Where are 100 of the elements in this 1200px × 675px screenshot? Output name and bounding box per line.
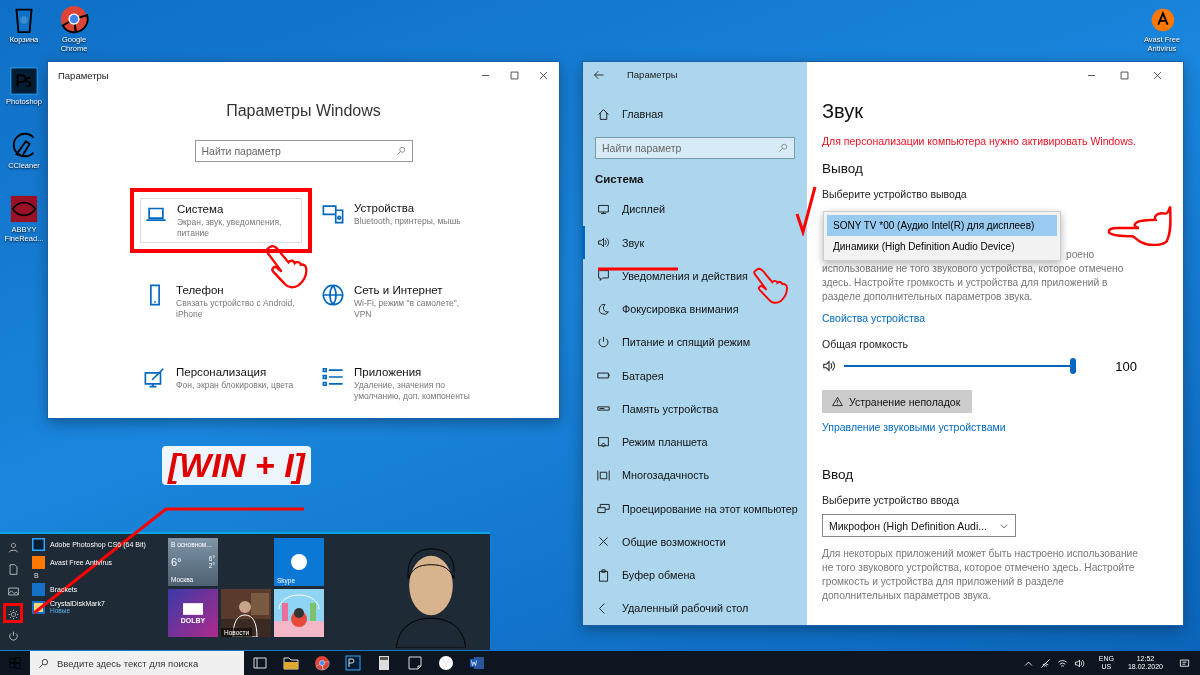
- troubleshoot-button[interactable]: Устранение неполадок: [822, 390, 973, 413]
- category-tile[interactable]: Устройства Bluetooth, принтеры, мышь: [318, 198, 478, 231]
- speech-bubble-icon: [597, 269, 610, 283]
- speaker-icon[interactable]: [1073, 657, 1085, 669]
- field-label: Выберите устройство вывода: [822, 188, 967, 200]
- temperature: 6°: [171, 556, 182, 568]
- globe-icon: [322, 284, 344, 306]
- moon-icon: [597, 302, 610, 316]
- section-heading: Вывод: [822, 161, 863, 176]
- check-mark-drawing: [794, 184, 818, 236]
- nav-item[interactable]: Общие возможности: [582, 525, 807, 559]
- manage-devices-link[interactable]: Управление звуковыми устройствами: [822, 421, 1006, 433]
- photoshop-icon: [32, 537, 45, 551]
- category-tile[interactable]: Сеть и Интернет Wi-Fi, режим "в самолете", VPN: [318, 280, 478, 324]
- monitor-icon: [597, 203, 610, 216]
- category-description: Экран, звук, уведомления, питание: [177, 217, 283, 239]
- search-icon: [38, 657, 49, 669]
- nav-item[interactable]: Память устройства: [582, 392, 807, 426]
- home-link[interactable]: Главная: [582, 97, 807, 132]
- note-text: Для некоторых приложений может быть настроено использование не того звукового устройства, которое отмечено здесь. Настройте громкость и устройства для приложений в разделе дополнительных параметров звука.: [822, 547, 1139, 603]
- calculator-icon[interactable]: [376, 655, 392, 671]
- tablet-icon: [597, 435, 610, 449]
- cross-icon: [597, 535, 610, 549]
- page-heading: Параметры Windows: [225, 102, 382, 120]
- maximize-icon[interactable]: [1119, 69, 1130, 81]
- back-arrow-icon[interactable]: [593, 68, 605, 81]
- category-description: Wi-Fi, режим "в самолете", VPN: [354, 298, 461, 320]
- power-icon[interactable]: [7, 631, 19, 643]
- volume-reading: 100: [1115, 358, 1137, 374]
- volume-slider[interactable]: [844, 358, 1073, 374]
- user-icon[interactable]: [7, 541, 19, 553]
- activation-warning: Для персонализации компьютера нужно активировать Windows.: [822, 135, 1136, 147]
- chrome-icon[interactable]: [59, 4, 89, 34]
- photoshop-icon[interactable]: [345, 655, 361, 671]
- nav-item[interactable]: Звук: [582, 226, 807, 260]
- category-name: Сеть и Интернет: [354, 284, 444, 296]
- avast-logo-icon: [32, 555, 45, 569]
- dropdown-option[interactable]: Динамики (High Definition Audio Device): [827, 236, 1057, 257]
- close-icon[interactable]: [538, 69, 549, 81]
- nav-item[interactable]: Фокусировка внимания: [582, 292, 807, 326]
- nav-item[interactable]: Проецирование на этот компьютер: [582, 492, 807, 526]
- nav-item[interactable]: Уведомления и действия: [582, 259, 807, 293]
- category-tile[interactable]: Приложения Удаление, значения по умолчанию, доп. компоненты: [318, 362, 478, 406]
- hand-drawing: [264, 244, 310, 290]
- start-icon[interactable]: [9, 657, 21, 669]
- network-icon[interactable]: [1039, 657, 1051, 669]
- window-split-icon: [597, 468, 610, 482]
- category-name: Система: [177, 203, 225, 215]
- folder-icon[interactable]: [283, 655, 299, 671]
- category-name: Устройства: [354, 202, 416, 214]
- window-title: Параметры: [58, 69, 109, 81]
- eye-logo-icon[interactable]: [9, 194, 39, 224]
- category-description: Удаление, значения по умолчанию, доп. компоненты: [354, 380, 471, 402]
- nav-item[interactable]: Режим планшета: [582, 425, 807, 459]
- close-icon[interactable]: [1152, 69, 1163, 81]
- photoshop-icon[interactable]: [9, 66, 39, 96]
- list-icon: [322, 366, 344, 388]
- slider-thumb[interactable]: [1070, 358, 1076, 374]
- notifications-icon[interactable]: [1179, 657, 1190, 669]
- document-icon[interactable]: [7, 564, 19, 576]
- brackets-icon: [32, 582, 45, 596]
- note-text: использование не того звукового устройства, которое отмечено здесь. Настройте громкость и устройства для приложений в разделе дополнительных параметров звука.: [822, 262, 1125, 304]
- field-label: Выберите устройство ввода: [822, 494, 960, 506]
- note-text: роено: [1066, 248, 1095, 262]
- wifi-icon[interactable]: [1056, 657, 1068, 669]
- category-tile[interactable]: Персонализация Фон, экран блокировки, цвета: [140, 362, 300, 395]
- category-name: Приложения: [354, 366, 423, 378]
- nav-item[interactable]: Удаленный рабочий стол: [582, 591, 807, 625]
- search-field[interactable]: Найти параметр: [194, 140, 413, 162]
- highlight-frame: [3, 603, 23, 623]
- nav-item[interactable]: Питание и спящий режим: [582, 325, 807, 360]
- nav-item[interactable]: Буфер обмена: [582, 558, 807, 592]
- projection-icon: [597, 502, 610, 516]
- brush-monitor-icon: [144, 366, 166, 388]
- nav-item[interactable]: Многозадачность: [582, 458, 807, 492]
- game-tile[interactable]: [274, 589, 324, 637]
- shortcut-annotation: [WIN + I]: [162, 446, 311, 486]
- category-tile[interactable]: Телефон Связать устройство с Android, iPhone: [140, 280, 300, 324]
- hand-drawing: [752, 266, 790, 306]
- speaker-icon: [822, 359, 836, 373]
- nav-item[interactable]: Батарея: [582, 359, 807, 393]
- speaker-icon: [597, 236, 610, 250]
- maximize-icon[interactable]: [509, 69, 520, 81]
- taskbar-search-field[interactable]: Введите здесь текст для поиска: [30, 651, 244, 675]
- sticky-note-icon[interactable]: [407, 655, 423, 671]
- word-icon[interactable]: [469, 655, 485, 671]
- task-view-icon[interactable]: [252, 655, 268, 671]
- device-properties-link[interactable]: Свойства устройства: [822, 312, 926, 324]
- nav-item[interactable]: Дисплей: [582, 192, 807, 227]
- chrome-icon[interactable]: [314, 655, 330, 671]
- category-description: Bluetooth, принтеры, мышь: [354, 216, 461, 227]
- power-icon: [597, 335, 610, 349]
- section-heading: Ввод: [822, 467, 854, 482]
- dropdown-option[interactable]: SONY TV *00 (Аудио Intel(R) для дисплеев): [827, 215, 1057, 236]
- field-label: Общая громкость: [822, 338, 909, 350]
- input-device-select[interactable]: Микрофон (High Definition Audi...: [822, 514, 1016, 537]
- image-icon[interactable]: [7, 586, 19, 598]
- yandex-browser-icon[interactable]: [438, 655, 454, 671]
- settings-icon[interactable]: [7, 608, 19, 620]
- search-field[interactable]: Найти параметр: [595, 137, 795, 159]
